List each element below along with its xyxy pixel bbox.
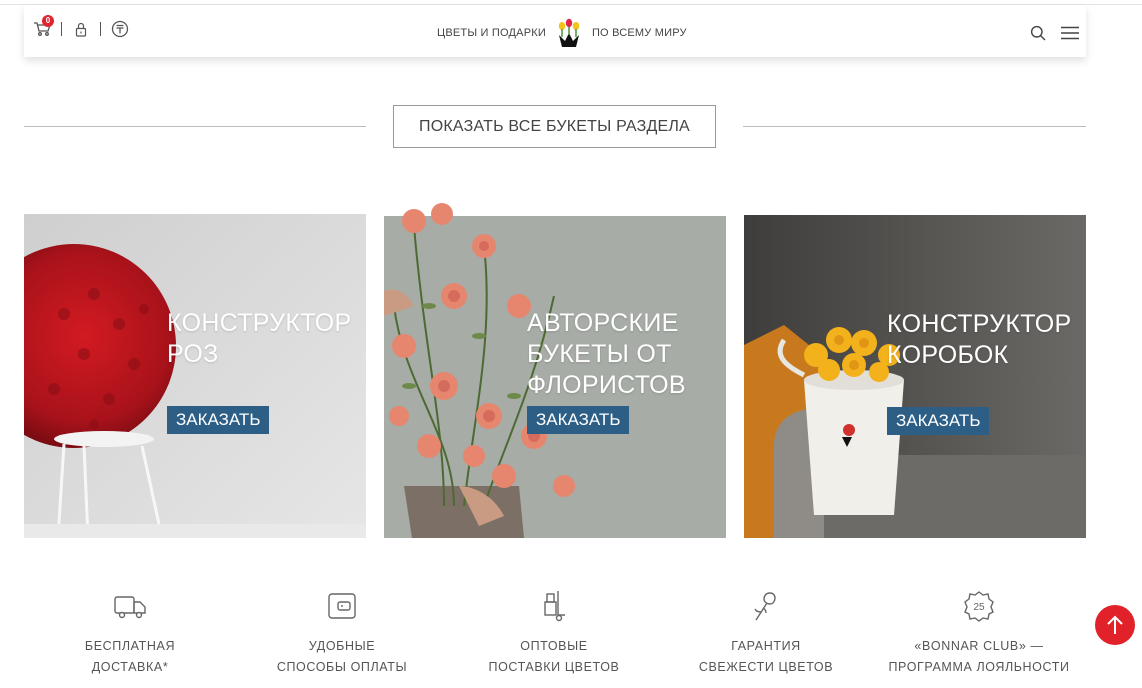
cart-count-badge: 0 xyxy=(42,15,54,27)
promo-card-florist-bouquets[interactable]: АВТОРСКИЕ БУКЕТЫ ОТ ФЛОРИСТОВ ЗАКАЗАТЬ xyxy=(384,186,726,538)
search-button[interactable] xyxy=(1028,23,1048,43)
currency-button[interactable] xyxy=(110,19,130,39)
header-separator xyxy=(61,22,62,36)
show-all-bouquets-button[interactable]: ПОКАЗАТЬ ВСЕ БУКЕТЫ РАЗДЕЛА xyxy=(393,105,716,148)
feature-line: ДОСТАВКА* xyxy=(91,660,169,674)
card-title: КОНСТРУКТОР РОЗ xyxy=(167,309,352,368)
promo-card-box-constructor[interactable]: КОНСТРУКТОР КОРОБОК ЗАКАЗАТЬ xyxy=(744,215,1086,538)
feature-wholesale: ОПТОВЫЕ ПОСТАВКИ ЦВЕТОВ xyxy=(448,588,660,678)
truck-icon xyxy=(114,596,146,619)
site-header: 0 ЦВЕТЫ И ПОДАРКИ ПО ВСЕМУ МИРУ xyxy=(24,5,1086,57)
lock-icon xyxy=(75,22,87,37)
section-divider-right xyxy=(743,126,1086,127)
arrow-up-icon xyxy=(1107,615,1123,634)
bonnar-logo-icon xyxy=(558,18,580,47)
feature-line: ПОСТАВКИ ЦВЕТОВ xyxy=(488,660,620,674)
rose-ball-image xyxy=(24,214,366,538)
discount-badge-icon: 25 xyxy=(964,591,994,622)
feature-line: УДОБНЫЕ xyxy=(308,639,376,653)
cart-button[interactable]: 0 xyxy=(32,15,54,39)
search-icon xyxy=(1030,25,1046,41)
feature-free-delivery: БЕСПЛАТНАЯ ДОСТАВКА* xyxy=(24,588,236,678)
menu-button[interactable] xyxy=(1060,23,1080,43)
feature-line: ПРОГРАММА ЛОЯЛЬНОСТИ xyxy=(888,660,1070,674)
header-right-tools xyxy=(1016,23,1080,43)
feature-line: ОПТОВЫЕ xyxy=(520,639,588,653)
order-button[interactable]: ЗАКАЗАТЬ xyxy=(887,407,990,435)
feature-line: ГАРАНТИЯ xyxy=(731,639,801,653)
feature-payment-methods: УДОБНЫЕ СПОСОБЫ ОПЛАТЫ xyxy=(236,588,448,678)
account-button[interactable] xyxy=(71,19,91,39)
currency-icon xyxy=(111,20,129,38)
brand-tagline-left: ЦВЕТЫ И ПОДАРКИ xyxy=(437,27,546,39)
card-title: АВТОРСКИЕ БУКЕТЫ ОТ ФЛОРИСТОВ xyxy=(527,309,686,399)
scroll-to-top-button[interactable] xyxy=(1095,605,1135,645)
feature-line: СПОСОБЫ ОПЛАТЫ xyxy=(276,660,408,674)
header-separator xyxy=(100,22,101,36)
feature-loyalty-program: 25 «BONNAR CLUB» — ПРОГРАММА ЛОЯЛЬНОСТИ xyxy=(873,588,1085,678)
section-divider-left xyxy=(24,126,366,127)
order-button[interactable]: ЗАКАЗАТЬ xyxy=(167,406,270,434)
feature-line: СВЕЖЕСТИ ЦВЕТОВ xyxy=(698,660,834,674)
flower-icon xyxy=(754,592,776,621)
feature-line: БЕСПЛАТНАЯ xyxy=(84,639,176,653)
promo-card-rose-constructor[interactable]: КОНСТРУКТОР РОЗ ЗАКАЗАТЬ xyxy=(24,214,366,538)
badge-number: 25 xyxy=(973,602,985,613)
order-button[interactable]: ЗАКАЗАТЬ xyxy=(527,406,630,434)
card-title: КОНСТРУКТОР КОРОБОК xyxy=(887,310,1072,369)
wallet-icon xyxy=(328,593,356,619)
flower-box-image xyxy=(744,215,1086,538)
brand-tagline-right: ПО ВСЕМУ МИРУ xyxy=(591,27,687,39)
hand-truck-icon xyxy=(544,591,565,622)
feature-line: «BONNAR CLUB» — xyxy=(914,639,1044,653)
menu-icon xyxy=(1061,26,1079,40)
feature-freshness: ГАРАНТИЯ СВЕЖЕСТИ ЦВЕТОВ xyxy=(660,588,872,678)
brand-logo-link[interactable]: ЦВЕТЫ И ПОДАРКИ ПО ВСЕМУ МИРУ xyxy=(437,17,687,49)
header-left-tools: 0 xyxy=(32,15,130,39)
